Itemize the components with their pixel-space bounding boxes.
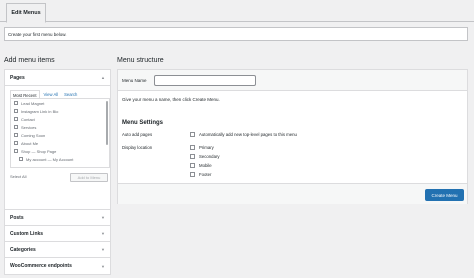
checkbox[interactable] [190, 163, 195, 168]
add-to-menu-button[interactable]: Add to Menu [70, 173, 108, 182]
auto-add-pages-label: Auto add pages [122, 132, 153, 137]
auto-add-option[interactable]: Automatically add new top-level pages to… [190, 132, 297, 137]
checkbox[interactable] [14, 133, 18, 137]
display-location-label: Display location [122, 145, 153, 150]
chevron-up-icon: ▲ [101, 75, 105, 80]
list-item[interactable]: Lead Magnet [11, 99, 109, 107]
menu-footer: Create Menu [118, 183, 467, 204]
list-item[interactable]: Shop — Shop Page [11, 147, 109, 155]
pages-checklist: Lead Magnet Instagram Link in Bio Contac… [10, 98, 110, 168]
menu-items-accordion: Pages ▲ Most Recent View All Search Lead… [4, 69, 111, 275]
nav-tabs: Edit Menus [0, 0, 474, 23]
accordion-woocommerce-endpoints-header[interactable]: WooCommerce endpoints ▼ [5, 258, 110, 274]
menu-header: Menu Name [118, 70, 467, 91]
accordion-custom-links-header[interactable]: Custom Links ▼ [5, 226, 110, 242]
accordion-pages-header[interactable]: Pages ▲ [5, 70, 110, 86]
menu-name-input[interactable] [154, 75, 256, 86]
location-footer[interactable]: Footer [190, 172, 211, 177]
list-item[interactable]: Instagram Link in Bio [11, 107, 109, 115]
list-item[interactable]: Contact [11, 115, 109, 123]
checkbox[interactable] [19, 157, 23, 161]
list-item[interactable]: My account — My Account [11, 155, 109, 163]
chevron-down-icon: ▼ [101, 215, 105, 220]
checkbox[interactable] [14, 141, 18, 145]
select-all-label: Select All [10, 174, 27, 179]
accordion-categories-header[interactable]: Categories ▼ [5, 242, 110, 258]
menu-management-panel: Menu Name Give your menu a name, then cl… [117, 69, 468, 204]
list-item[interactable]: Coming Soon [11, 131, 109, 139]
list-item[interactable]: About Me [11, 139, 109, 147]
checkbox[interactable] [190, 132, 195, 137]
chevron-down-icon: ▼ [101, 247, 105, 252]
menu-hint: Give your menu a name, then click Create… [122, 97, 220, 102]
list-item[interactable]: Services [11, 123, 109, 131]
menu-settings-heading: Menu Settings [122, 120, 164, 126]
checkbox[interactable] [14, 109, 18, 113]
scrollbar[interactable] [106, 101, 108, 145]
create-menu-button[interactable]: Create Menu [425, 189, 464, 201]
add-menu-items-heading: Add menu items [4, 57, 55, 64]
checkbox[interactable] [190, 154, 195, 159]
location-primary[interactable]: Primary [190, 145, 214, 150]
checkbox[interactable] [14, 149, 18, 153]
accordion-posts-header[interactable]: Posts ▼ [5, 210, 110, 226]
menu-structure-heading: Menu structure [117, 57, 164, 64]
location-mobile[interactable]: Mobile [190, 163, 212, 168]
checkbox[interactable] [14, 125, 18, 129]
checkbox[interactable] [190, 145, 195, 150]
accordion-pages-title: Pages [10, 74, 25, 81]
checkbox[interactable] [14, 101, 18, 105]
select-all[interactable]: Select All [10, 174, 26, 179]
pages-panel: Most Recent View All Search Lead Magnet … [5, 86, 110, 210]
checkbox[interactable] [190, 172, 195, 177]
checkbox[interactable] [14, 117, 18, 121]
menu-name-label: Menu Name [122, 78, 147, 83]
notice-text: Create your first menu below. [8, 31, 67, 37]
notice-box: Create your first menu below. [4, 27, 468, 41]
chevron-down-icon: ▼ [101, 263, 105, 269]
tab-edit-menus[interactable]: Edit Menus [6, 3, 46, 23]
chevron-down-icon: ▼ [101, 231, 105, 236]
location-secondary[interactable]: Secondary [190, 154, 220, 159]
